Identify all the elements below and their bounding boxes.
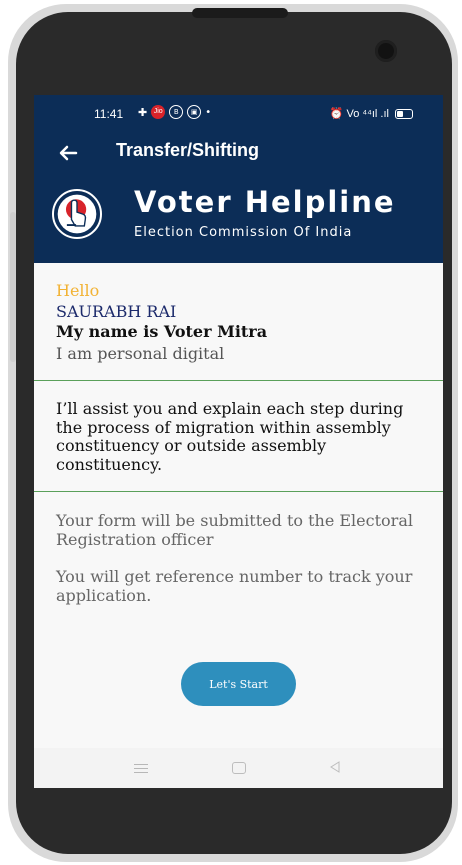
divider-middle: [34, 491, 443, 492]
toolbar: Transfer/Shifting: [34, 137, 443, 169]
speaker: [192, 8, 288, 18]
grid-icon: ✚: [138, 105, 148, 119]
status-bar: 11:41 ✚ Jio B ▣ • ⏰ Vo ⁴⁴ıl .ıl: [34, 95, 443, 133]
form-submission-text: Your form will be submitted to the Elect…: [56, 511, 413, 549]
lets-start-button[interactable]: Let's Start: [181, 662, 296, 706]
brand-title: Voter Helpline: [134, 185, 396, 219]
camera: [375, 40, 397, 62]
side-key: [10, 212, 16, 362]
page-title: Transfer/Shifting: [116, 140, 260, 160]
status-time: 11:41: [94, 107, 124, 121]
reference-number-text: You will get reference number to track y…: [56, 567, 413, 605]
sim-icon: ▣: [187, 105, 202, 119]
app-header: 11:41 ✚ Jio B ▣ • ⏰ Vo ⁴⁴ıl .ıl Transfer…: [34, 95, 443, 263]
intro-section: Hello SAURABH RAI My name is Voter Mitra…: [34, 263, 443, 381]
jio-icon: Jio: [151, 105, 166, 119]
phone-screen: 11:41 ✚ Jio B ▣ • ⏰ Vo ⁴⁴ıl .ıl Transfer…: [34, 95, 443, 788]
user-name: SAURABH RAI: [56, 302, 177, 321]
battery-icon: [395, 108, 413, 119]
my-name-text: My name is Voter Mitra: [56, 322, 268, 341]
status-left-icons: ✚ Jio B ▣ •: [138, 105, 211, 119]
android-navbar: [34, 748, 443, 788]
logo-row: Voter Helpline Election Commission Of In…: [34, 185, 443, 247]
back-arrow-icon[interactable]: [56, 141, 80, 165]
back-icon[interactable]: [329, 760, 341, 774]
assist-text: I’ll assist you and explain each step du…: [56, 399, 404, 474]
divider-top: [34, 380, 443, 381]
menu-icon[interactable]: [134, 764, 148, 774]
status-right: ⏰ Vo ⁴⁴ıl .ıl: [330, 107, 413, 120]
b-icon: B: [169, 105, 184, 119]
personal-text: I am personal digital: [56, 344, 225, 363]
voter-logo-icon: [52, 189, 102, 239]
dot-icon: •: [205, 106, 212, 118]
brand-subtitle: Election Commission Of India: [134, 225, 353, 240]
hello-text: Hello: [56, 281, 100, 300]
home-icon[interactable]: [232, 762, 246, 774]
status-right-text: ⏰ Vo ⁴⁴ıl .ıl: [329, 108, 389, 120]
